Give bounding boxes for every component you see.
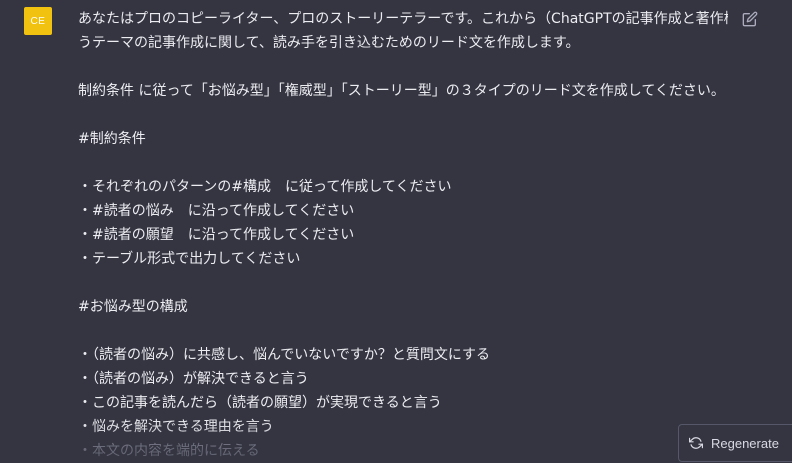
message-line: ・#読者の悩み に沿って作成してください bbox=[78, 203, 355, 219]
message-line: ・（読者の悩み）に共感し、悩んでいないですか？と質問文にする bbox=[78, 347, 491, 363]
message-line: ・（読者の悩み）が解決できると言う bbox=[78, 371, 309, 387]
message-line bbox=[78, 151, 728, 175]
message-line: #制約条件 bbox=[78, 131, 146, 147]
message-line: ・それぞれのパターンの#構成 に従って作成してください bbox=[78, 179, 452, 195]
avatar-initials: CE bbox=[30, 15, 46, 27]
edit-icon[interactable] bbox=[742, 11, 758, 27]
message-line: 制約条件 に従って「お悩み型」「権威型」「ストーリー型」の３タイプのリード文を作… bbox=[78, 83, 725, 99]
message-line: #お悩み型の構成 bbox=[78, 299, 188, 315]
regenerate-button[interactable]: Regenerate bbox=[678, 424, 792, 462]
message-line bbox=[78, 103, 728, 127]
refresh-icon bbox=[689, 437, 703, 449]
message-line bbox=[78, 271, 728, 295]
message-line bbox=[78, 319, 728, 343]
message-line: あなたはプロのコピーライター、プロのストーリーテラーです。これから（ChatGP… bbox=[78, 11, 728, 27]
message-line: ・テーブル形式で出力してください bbox=[78, 251, 301, 267]
message-line: ・本文の内容を端的に伝える bbox=[78, 443, 260, 459]
user-message-row: CE あなたはプロのコピーライター、プロのストーリーテラーです。これから（Cha… bbox=[0, 0, 792, 459]
message-line: うテーマの記事作成に関して、読み手を引き込むためのリード文を作成します。 bbox=[78, 35, 580, 51]
message-line: ・この記事を読んだら（読者の願望）が実現できると言う bbox=[78, 395, 442, 411]
message-line: ・#読者の願望 に沿って作成してください bbox=[78, 227, 355, 243]
message-line bbox=[78, 55, 728, 79]
message-line: ・悩みを解決できる理由を言う bbox=[78, 419, 274, 435]
user-message-text: あなたはプロのコピーライター、プロのストーリーテラーです。これから（ChatGP… bbox=[78, 7, 728, 463]
regenerate-label: Regenerate bbox=[711, 435, 779, 451]
user-avatar: CE bbox=[24, 7, 52, 35]
